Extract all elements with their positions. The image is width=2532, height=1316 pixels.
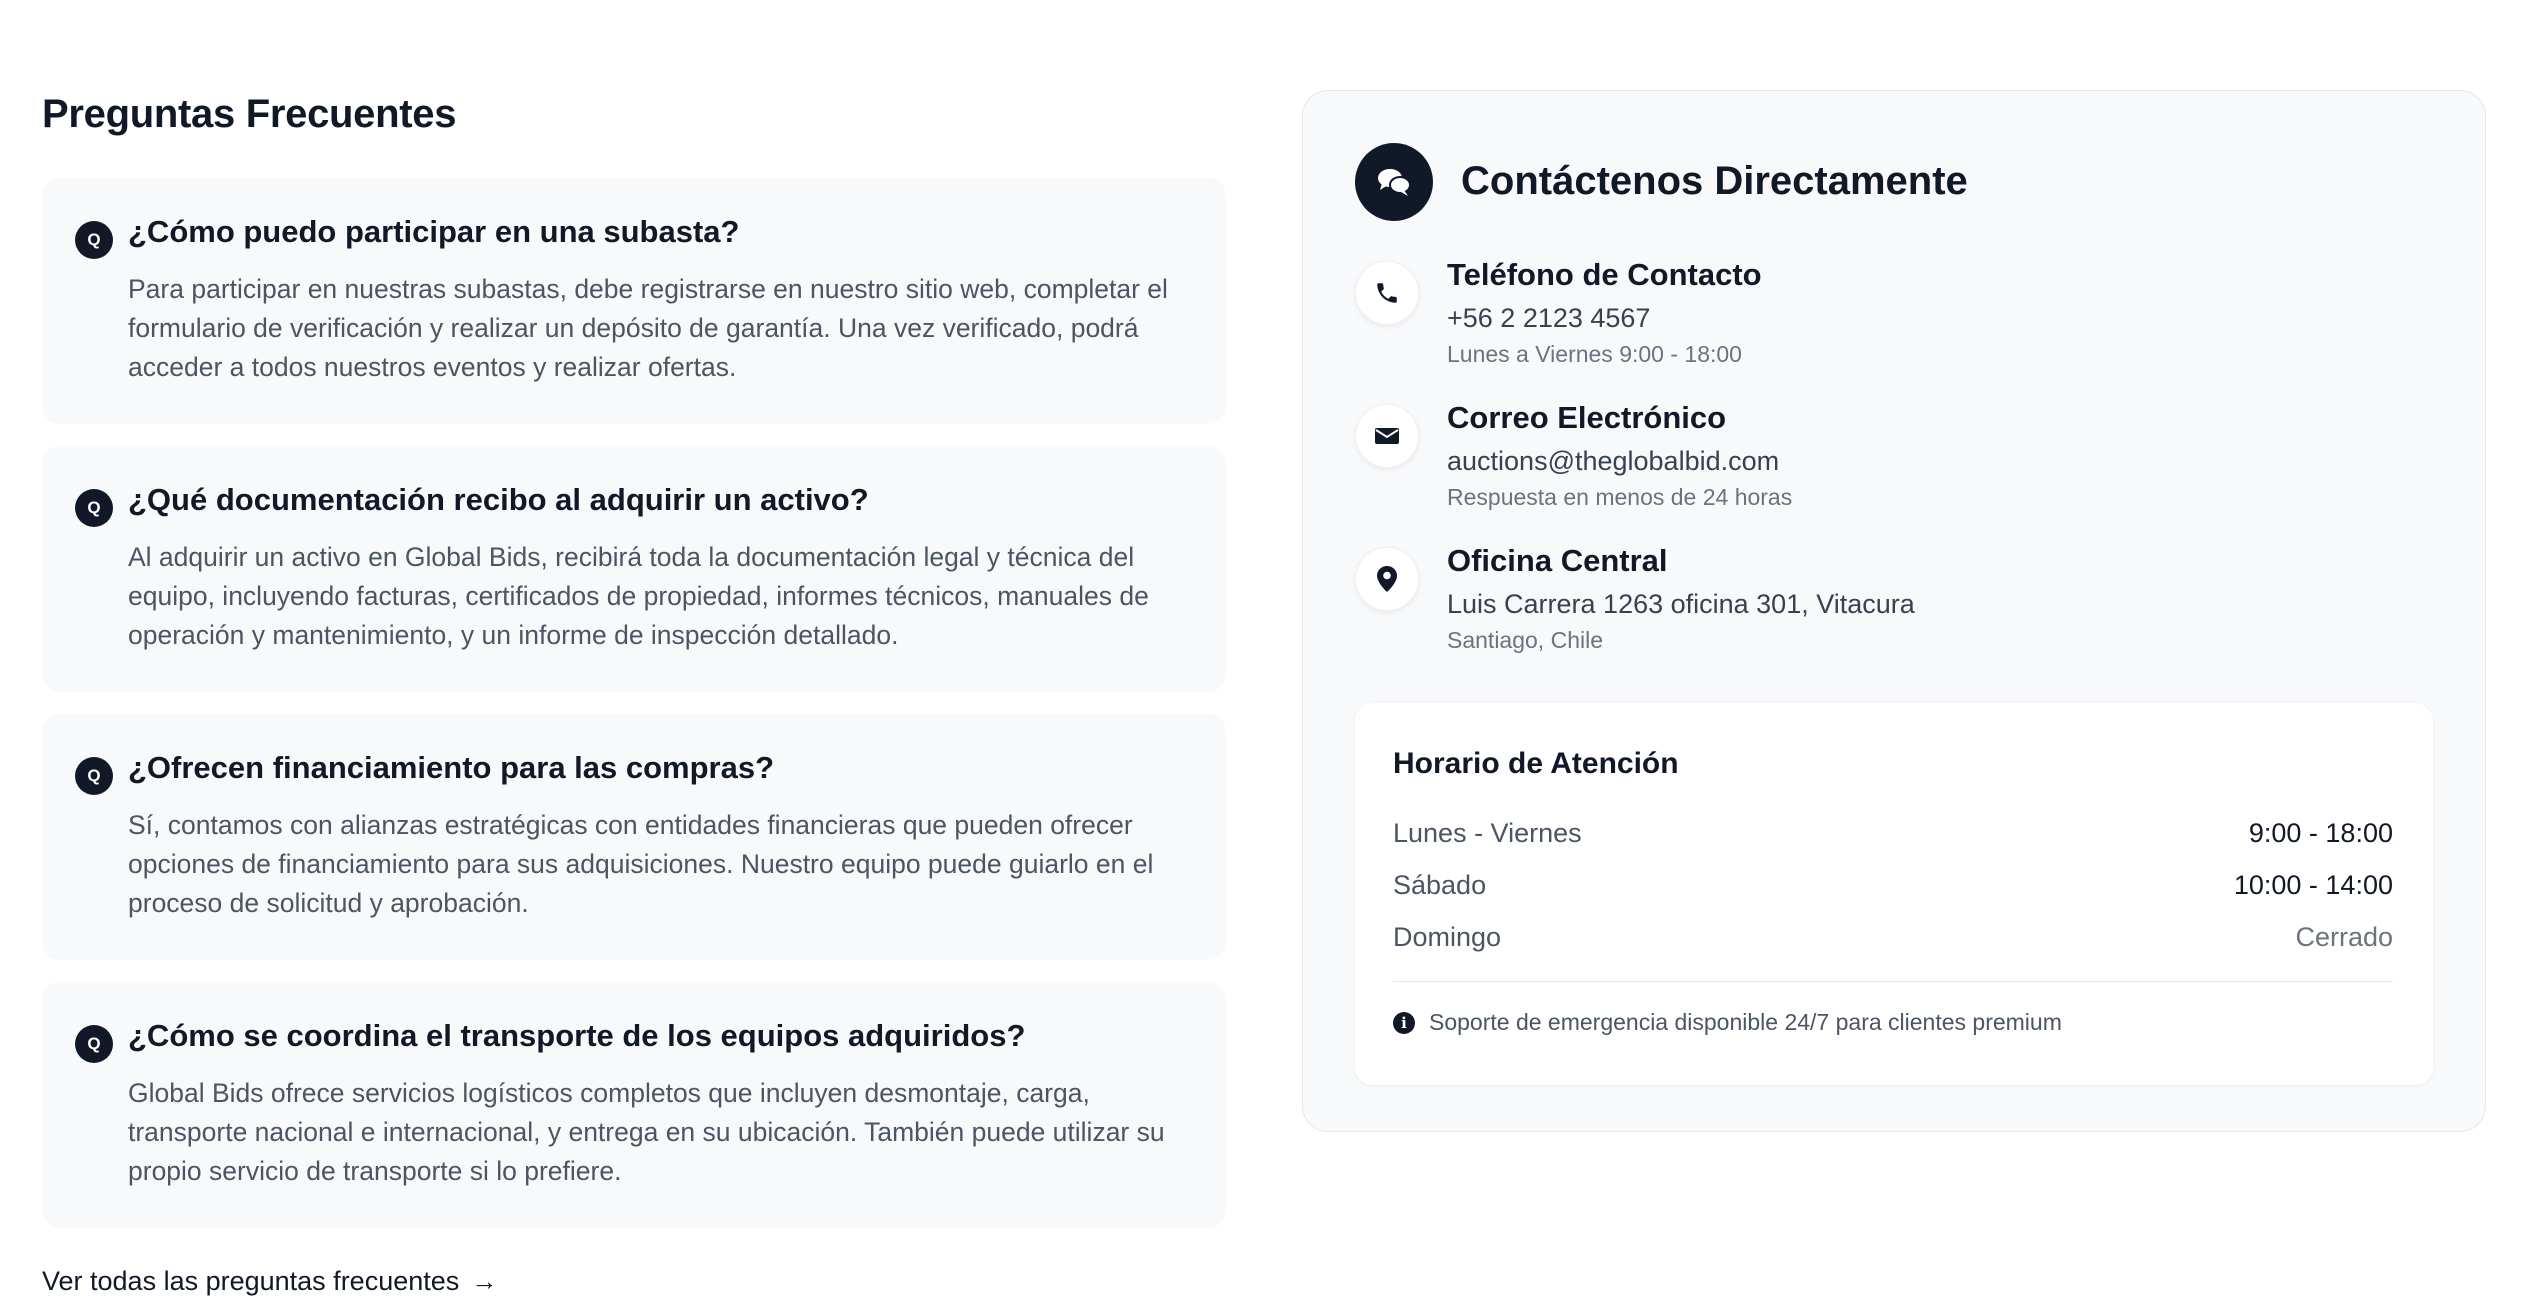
divider: [1393, 981, 2393, 982]
faq-item[interactable]: Q ¿Qué documentación recibo al adquirir …: [42, 446, 1226, 692]
q-badge-icon: Q: [75, 1025, 113, 1063]
view-all-faq-label: Ver todas las preguntas frecuentes: [42, 1266, 460, 1296]
arrow-right-icon: →: [471, 1266, 498, 1296]
hours-row: Sábado 10:00 - 14:00: [1393, 865, 2393, 905]
contact-office[interactable]: Oficina Central Luis Carrera 1263 oficin…: [1355, 543, 2415, 677]
faq-item[interactable]: Q ¿Ofrecen financiamiento para las compr…: [42, 714, 1226, 960]
faq-answer: Para participar en nuestras subastas, de…: [128, 274, 1168, 382]
contact-phone-value[interactable]: +56 2 2123 4567: [1447, 303, 1650, 334]
faq-item[interactable]: Q ¿Cómo puedo participar en una subasta?…: [42, 178, 1226, 424]
faq-contact-page: Preguntas Frecuentes Q ¿Cómo puedo parti…: [0, 0, 2532, 1316]
q-badge-icon: Q: [75, 489, 113, 527]
faq-question: ¿Cómo se coordina el transporte de los e…: [128, 1018, 1026, 1053]
contact-phone-label: Teléfono de Contacto: [1447, 257, 1762, 292]
hours-row: Lunes - Viernes 9:00 - 18:00: [1393, 813, 2393, 853]
business-hours-title: Horario de Atención: [1393, 747, 1679, 780]
faq-title: Preguntas Frecuentes: [42, 92, 457, 136]
contact-office-label: Oficina Central: [1447, 543, 1668, 578]
phone-icon: [1355, 261, 1419, 325]
location-pin-icon: [1355, 547, 1419, 611]
q-badge-icon: Q: [75, 757, 113, 795]
envelope-icon: [1355, 404, 1419, 468]
view-all-faq-link[interactable]: Ver todas las preguntas frecuentes →: [42, 1266, 497, 1297]
faq-item[interactable]: Q ¿Cómo se coordina el transporte de los…: [42, 982, 1226, 1228]
emergency-support-note: i Soporte de emergencia disponible 24/7 …: [1393, 1009, 2062, 1036]
hours-day: Sábado: [1393, 869, 1487, 900]
faq-answer: Al adquirir un activo en Global Bids, re…: [128, 542, 1149, 650]
contact-office-address[interactable]: Luis Carrera 1263 oficina 301, Vitacura: [1447, 589, 1915, 620]
chat-bubbles-icon: [1355, 143, 1433, 221]
faq-question: ¿Ofrecen financiamiento para las compras…: [128, 750, 775, 785]
hours-row: Domingo Cerrado: [1393, 917, 2393, 957]
emergency-support-text: Soporte de emergencia disponible 24/7 pa…: [1429, 1009, 2062, 1035]
hours-time: 10:00 - 14:00: [2233, 869, 2393, 900]
hours-day: Domingo: [1393, 921, 1502, 952]
faq-question: ¿Qué documentación recibo al adquirir un…: [128, 482, 869, 517]
faq-question: ¿Cómo puedo participar en una subasta?: [128, 214, 740, 249]
contact-phone-hours: Lunes a Viernes 9:00 - 18:00: [1447, 341, 1742, 367]
contact-email[interactable]: Correo Electrónico auctions@theglobalbid…: [1355, 400, 2415, 534]
contact-email-value[interactable]: auctions@theglobalbid.com: [1447, 446, 1779, 477]
contact-email-label: Correo Electrónico: [1447, 400, 1727, 435]
contact-email-response: Respuesta en menos de 24 horas: [1447, 484, 1793, 510]
faq-answer: Global Bids ofrece servicios logísticos …: [128, 1078, 1165, 1186]
hours-time: Cerrado: [2295, 921, 2393, 952]
contact-title: Contáctenos Directamente: [1461, 159, 1968, 203]
hours-day: Lunes - Viernes: [1393, 817, 1582, 848]
hours-time: 9:00 - 18:00: [2248, 817, 2393, 848]
faq-answer: Sí, contamos con alianzas estratégicas c…: [128, 810, 1154, 918]
contact-card: Contáctenos Directamente Teléfono de Con…: [1302, 90, 2486, 1132]
business-hours-box: Horario de Atención Lunes - Viernes 9:00…: [1355, 703, 2433, 1085]
q-badge-icon: Q: [75, 221, 113, 259]
info-icon: i: [1393, 1011, 1415, 1034]
contact-phone[interactable]: Teléfono de Contacto +56 2 2123 4567 Lun…: [1355, 257, 2415, 391]
contact-office-city: Santiago, Chile: [1447, 627, 1603, 653]
